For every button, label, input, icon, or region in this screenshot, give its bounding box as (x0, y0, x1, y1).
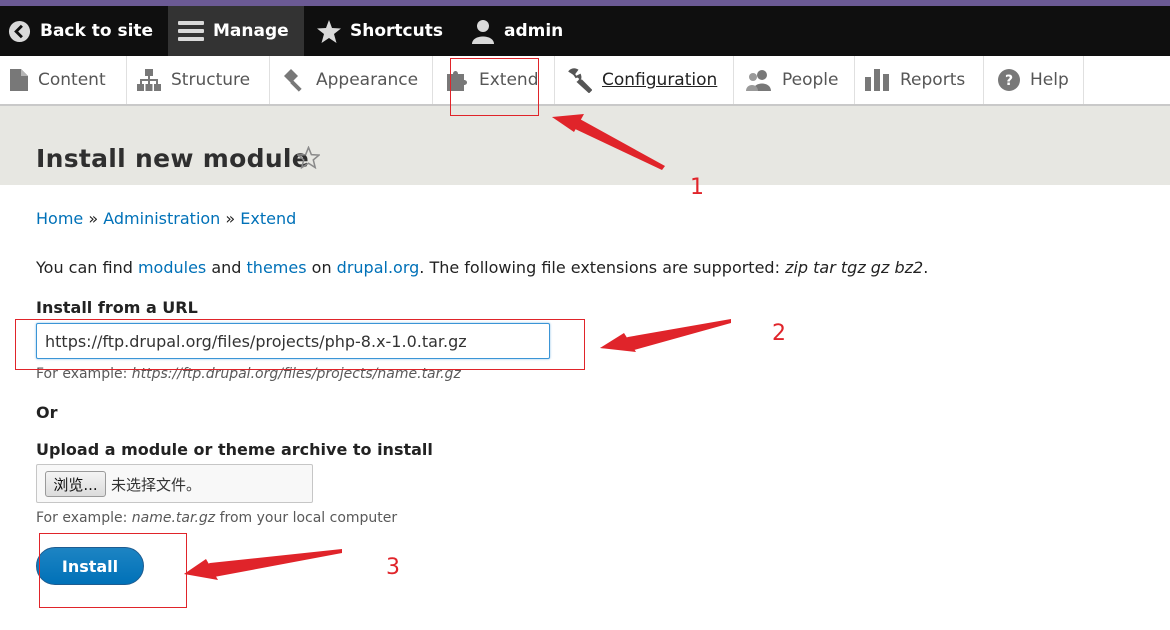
annotation-arrows (184, 114, 731, 580)
annotation-number-3: 3 (386, 555, 400, 580)
annotation-arrow-1 (552, 114, 665, 170)
annotation-arrow-2 (600, 319, 731, 352)
annotation-arrow-3 (184, 549, 342, 580)
annotation-number-1: 1 (690, 175, 704, 200)
annotation-number-2: 2 (772, 321, 786, 346)
